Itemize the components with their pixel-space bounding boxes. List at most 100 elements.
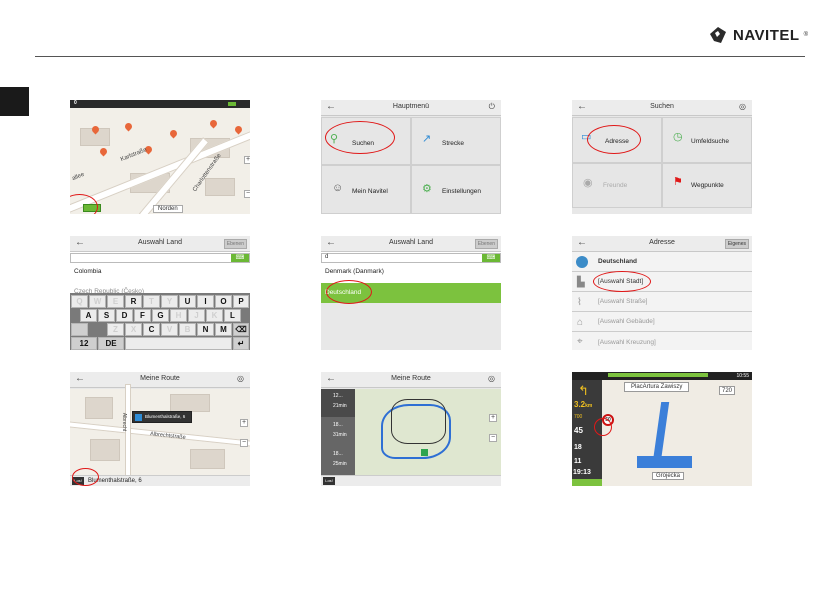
search-tile-freunde[interactable]: ◉ Freunde [572,163,662,208]
key[interactable]: U [179,295,196,308]
keyboard-toggle-button[interactable]: ⌨ [482,254,500,262]
country-search-input[interactable]: d ⌨ [321,253,501,263]
power-icon[interactable]: ⏻ [489,102,495,112]
country-row[interactable]: Colombia [70,268,250,275]
key[interactable]: M [215,323,232,336]
address-row-street[interactable]: ⌇ [Auswahl Straße] [572,293,752,312]
route-options-panel: 12... 21min 18... 31min 18... 25min [321,389,355,475]
key[interactable]: X [125,323,142,336]
route-option[interactable]: 18... 25min [321,447,355,475]
next-turn-distance: 3.2km [574,400,593,409]
map-area[interactable]: Albrecht Albrechtstraße Blumenthalstraße… [70,384,250,484]
key[interactable]: W [89,295,106,308]
key[interactable]: P [233,295,249,308]
enter-key[interactable]: ↵ [233,337,249,350]
screen-header: ← Auswahl Land Ebenen [70,236,250,252]
brand-reg-mark: ® [803,32,808,38]
waypoint-flag-icon: ⚑ [673,176,683,188]
screen-header: ← Meine Route ◎ [70,372,250,388]
route-bottom-bar[interactable]: Los! [321,475,501,486]
menu-button[interactable] [572,479,602,486]
city-icon: ▙ [577,277,585,288]
key[interactable]: N [197,323,214,336]
route-distance: 12... [333,393,343,399]
screen-header: ← Adresse Eigenes [572,236,752,252]
key[interactable]: O [215,295,232,308]
key[interactable]: Q [71,295,88,308]
space-key[interactable] [125,337,232,350]
zoom-in-button[interactable]: + [244,156,250,164]
next-street-label: Grojecka [652,472,685,480]
map-layers-icon[interactable]: ◎ [739,102,746,111]
status-bar: 10:55 [572,372,752,380]
navitel-logo: NAVITEL ® [707,24,808,46]
key[interactable]: E [107,295,124,308]
menu-tile-mein-navitel[interactable]: ☺ Mein Navitel [321,165,411,214]
menu-tile-einstellungen[interactable]: ⚙ Einstellungen [411,165,501,214]
layers-button[interactable]: Ebenen [223,239,247,249]
map-layers-icon[interactable]: ◎ [237,374,244,383]
key[interactable]: S [98,309,115,322]
numbers-key[interactable]: 12 [71,337,97,350]
key[interactable]: V [161,323,178,336]
globe-icon [576,256,588,268]
key[interactable]: J [188,309,205,322]
screenshot-address: ← Adresse Eigenes Deutschland ▙ [Auswahl… [572,236,752,350]
zoom-in-button[interactable]: + [240,419,248,427]
key[interactable]: H [170,309,187,322]
layers-button[interactable]: Ebenen [474,239,498,249]
key[interactable]: R [125,295,142,308]
route-time: 25min [333,461,347,467]
key[interactable]: T [143,295,160,308]
country-search-input[interactable]: ⌨ [70,253,250,263]
speed-camera-distance: 720 [719,386,736,395]
zoom-out-button[interactable]: − [489,434,497,442]
key[interactable]: B [179,323,196,336]
address-row-label: [Auswahl Straße] [598,298,648,305]
search-tile-wegpunkte[interactable]: ⚑ Wegpunkte [662,163,752,208]
key[interactable]: A [80,309,97,322]
zoom-out-button[interactable]: − [244,190,250,198]
key[interactable]: L [224,309,241,322]
key[interactable]: G [152,309,169,322]
keyboard-toggle-button[interactable]: ⌨ [231,254,249,262]
address-row-crossing[interactable]: ⌖ [Auswahl Kreuzung] [572,333,752,350]
highlight-circle [72,468,99,486]
language-key[interactable]: DE [98,337,124,350]
key[interactable]: F [134,309,151,322]
screen-header: ← Meine Route ◎ [321,372,501,388]
address-row-country[interactable]: Deutschland [572,253,752,272]
key[interactable]: I [197,295,214,308]
key[interactable]: D [116,309,133,322]
route-option[interactable]: 18... 31min [321,418,355,446]
compass-button[interactable]: Norden [153,205,183,213]
key[interactable]: K [206,309,223,322]
key[interactable]: C [143,323,160,336]
search-tile-umfeldsuche[interactable]: ◷ Umfeldsuche [662,117,752,163]
search-tile-label: Wegpunkte [691,182,724,189]
zoom-in-button[interactable]: + [489,414,497,422]
location-callout[interactable]: Blumenthalstraße, 6 [132,411,192,423]
address-row-label: [Auswahl Kreuzung] [598,339,656,346]
zoom-out-button[interactable]: − [240,439,248,447]
menu-tile-strecke[interactable]: ↗ Strecke [411,117,501,165]
screenshot-navigation: 10:55 ↰ 3.2km 700 45 18 11 19:13 PlacArt… [572,372,752,486]
go-button[interactable]: Los! [323,477,335,485]
map-area[interactable]: Karlstraße Charlottenstraße allee + − No… [70,108,250,214]
screen-title: Meine Route [391,375,431,382]
backspace-key[interactable]: ⌫ [233,323,249,336]
user-icon: ☺ [332,182,344,194]
route-option[interactable]: 12... 21min [321,389,355,417]
key[interactable]: Z [107,323,124,336]
map-layers-icon[interactable]: ◎ [488,374,495,383]
country-row[interactable]: Denmark (Danmark) [321,268,501,275]
own-button[interactable]: Eigenes [724,239,749,249]
navitel-logo-icon [710,27,726,43]
highlight-circle [594,418,612,436]
menu-tile-label: Strecke [442,140,465,147]
current-street-label: PlacArtura Zawiszy [624,382,690,392]
address-row-building[interactable]: ⌂ [Auswahl Gebäude] [572,313,752,332]
status-bar: 0 [70,100,250,108]
key[interactable]: Y [161,295,178,308]
shift-key[interactable] [71,323,88,336]
